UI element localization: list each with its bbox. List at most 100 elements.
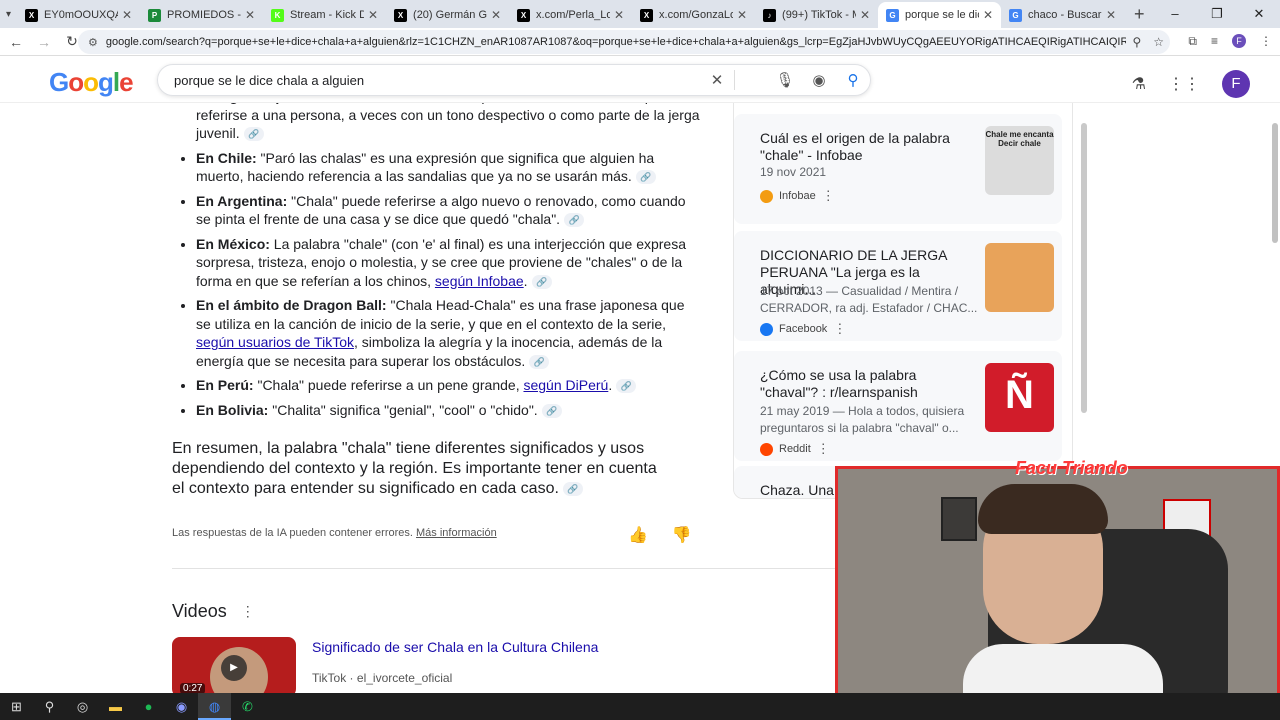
minimize-icon[interactable]: – [1154, 0, 1196, 28]
link-chain-icon[interactable]: 🔗 [635, 170, 656, 185]
video-meta: TikTok · el_ivorcete_oficial [312, 671, 453, 685]
page-scrollbar[interactable] [1272, 123, 1278, 243]
tab-title: porque se le dice cha [905, 9, 979, 21]
menu-icon[interactable]: ⋮ [1260, 34, 1272, 49]
source-favicon-icon [760, 442, 773, 456]
link-chain-icon[interactable]: 🔗 [564, 213, 585, 228]
link-chain-icon[interactable]: 🔗 [531, 274, 552, 289]
search-icon[interactable]: ⚲ [836, 71, 870, 89]
more-info-link[interactable]: Más información [416, 527, 497, 539]
tab-favicon-icon: X [394, 8, 408, 22]
source-card[interactable]: Cuál es el origen de la palabra "chale" … [734, 114, 1062, 224]
search-input[interactable]: porque se le dice chala a alguien [174, 73, 700, 88]
tab[interactable]: Gporque se le dice cha ✕ [878, 2, 1002, 28]
close-tab-icon[interactable]: ✕ [614, 8, 624, 22]
chrome-icon[interactable]: ◍ [198, 693, 231, 720]
labs-flask-icon[interactable]: ⚗ [1132, 74, 1146, 94]
google-logo[interactable]: Google [49, 67, 134, 98]
tab[interactable]: ♪ (99+) TikTok - Make Y ✕ [755, 2, 878, 28]
whatsapp-icon[interactable]: ✆ [231, 693, 264, 720]
forward-icon[interactable]: → [32, 34, 56, 50]
tab-title: chaco - Buscar con G [1028, 9, 1102, 21]
url-text[interactable]: google.com/search?q=porque+se+le+dice+ch… [106, 36, 1127, 48]
tab[interactable]: Xx.com/GonzaLog842 ✕ [632, 2, 755, 28]
tab[interactable]: X (20) Germán García G ✕ [386, 2, 509, 28]
close-tab-icon[interactable]: ✕ [1106, 8, 1116, 22]
video-title-link[interactable]: Significado de ser Chala en la Cultura C… [312, 639, 598, 655]
tab-title: x.com/Perla_Londres [536, 9, 610, 21]
panel-scrollbar[interactable] [1081, 123, 1087, 413]
source-favicon-icon [760, 189, 773, 203]
video-thumbnail[interactable]: ▶ 0:27 [172, 637, 296, 693]
ai-list-item: En Argentina: "Chala" puede referirse a … [196, 192, 702, 229]
source-title[interactable]: ¿Cómo se usa la palabra "chaval"? : r/le… [760, 367, 978, 401]
source-link[interactable]: según DiPerú [523, 377, 608, 393]
zoom-icon[interactable]: ⚲ [1132, 35, 1141, 49]
source-thumbnail[interactable] [985, 243, 1054, 312]
source-thumbnail[interactable]: Ñ [985, 363, 1054, 432]
tab[interactable]: K Stream - Kick Dashbo ✕ [263, 2, 386, 28]
clear-search-icon[interactable]: ✕ [700, 71, 734, 89]
spotify-icon[interactable]: ● [132, 693, 165, 720]
new-tab-button[interactable]: + [1134, 4, 1145, 25]
apps-grid-icon[interactable]: ⋮⋮ [1168, 74, 1200, 94]
site-info-icon[interactable]: ⚙ [88, 36, 98, 49]
tab[interactable]: Xx.com/Perla_Londres ✕ [509, 2, 632, 28]
source-card[interactable]: DICCIONARIO DE LA JERGA PERUANA "La jerg… [734, 231, 1062, 341]
restore-icon[interactable]: ❐ [1196, 0, 1238, 28]
source-title[interactable]: Cuál es el origen de la palabra "chale" … [760, 130, 978, 164]
start-icon[interactable]: ⊞ [0, 693, 33, 720]
play-icon[interactable]: ▶ [221, 655, 247, 681]
source-site: Infobae ⋮ [760, 188, 835, 204]
source-menu-icon[interactable]: ⋮ [817, 441, 830, 457]
tab[interactable]: Gchaco - Buscar con G ✕ [1001, 2, 1124, 28]
bookmark-star-icon[interactable]: ☆ [1153, 35, 1164, 49]
tab-favicon-icon: K [271, 8, 285, 22]
voice-search-icon[interactable]: 🎙 [768, 71, 802, 89]
discord-icon[interactable]: ◉ [165, 693, 198, 720]
tab-title: Stream - Kick Dashbo [290, 9, 364, 21]
link-chain-icon[interactable]: 🔗 [243, 127, 264, 142]
link-chain-icon[interactable]: 🔗 [529, 354, 550, 369]
link-chain-icon[interactable]: 🔗 [541, 403, 562, 418]
search-taskbar-icon[interactable]: ⚲ [33, 693, 66, 720]
source-thumbnail[interactable]: Chale me encanta Decir chale [985, 126, 1054, 195]
tab-search-icon[interactable]: ▾ [6, 9, 11, 20]
source-menu-icon[interactable]: ⋮ [822, 188, 835, 204]
tab[interactable]: P PROMIEDOS - Futbol ✕ [140, 2, 263, 28]
source-name: Reddit [779, 443, 811, 455]
tab-media-icon[interactable]: ≡ [1211, 34, 1218, 49]
obs-icon[interactable]: ◎ [66, 693, 99, 720]
source-link[interactable]: según usuarios de TikTok [196, 334, 354, 350]
close-tab-icon[interactable]: ✕ [737, 8, 747, 22]
close-tab-icon[interactable]: ✕ [860, 8, 870, 22]
source-link[interactable]: según Infobae [435, 273, 524, 289]
source-menu-icon[interactable]: ⋮ [833, 321, 846, 337]
account-avatar[interactable]: F [1222, 70, 1250, 98]
profile-icon[interactable]: F [1232, 34, 1246, 48]
region-label: En Argentina: [196, 192, 288, 209]
file-explorer-icon[interactable]: ▬ [99, 693, 132, 720]
close-tab-icon[interactable]: ✕ [122, 8, 132, 22]
thumbnail-text [985, 243, 1054, 247]
link-chain-icon[interactable]: 🔗 [562, 481, 583, 496]
close-tab-icon[interactable]: ✕ [368, 8, 378, 22]
close-tab-icon[interactable]: ✕ [245, 8, 255, 22]
thumbs-down-icon[interactable]: 👎 [672, 525, 692, 545]
tab-title: x.com/GonzaLog842 [659, 9, 733, 21]
close-tab-icon[interactable]: ✕ [983, 8, 993, 22]
lens-icon[interactable]: ◉ [802, 71, 836, 89]
thumbs-up-icon[interactable]: 👍 [628, 525, 648, 545]
back-icon[interactable]: ← [4, 34, 28, 50]
omnibox[interactable]: ⚙ google.com/search?q=porque+se+le+dice+… [78, 30, 1170, 54]
tab[interactable]: X EY0mOOUXQAExh6i ✕ [17, 2, 140, 28]
close-tab-icon[interactable]: ✕ [491, 8, 501, 22]
ai-overview-list: En algunos países de Sudamérica: "Chala"… [172, 103, 702, 419]
link-chain-icon[interactable]: 🔗 [616, 379, 637, 394]
close-window-icon[interactable]: ✕ [1238, 0, 1280, 28]
extensions-icon[interactable]: ⧉ [1188, 34, 1197, 49]
search-box[interactable]: porque se le dice chala a alguien ✕ 🎙 ◉ … [157, 64, 871, 96]
source-card[interactable]: ¿Cómo se usa la palabra "chaval"? : r/le… [734, 351, 1062, 461]
more-options-icon[interactable]: ⋮ [241, 603, 255, 620]
tab-title: PROMIEDOS - Futbol [167, 9, 241, 21]
